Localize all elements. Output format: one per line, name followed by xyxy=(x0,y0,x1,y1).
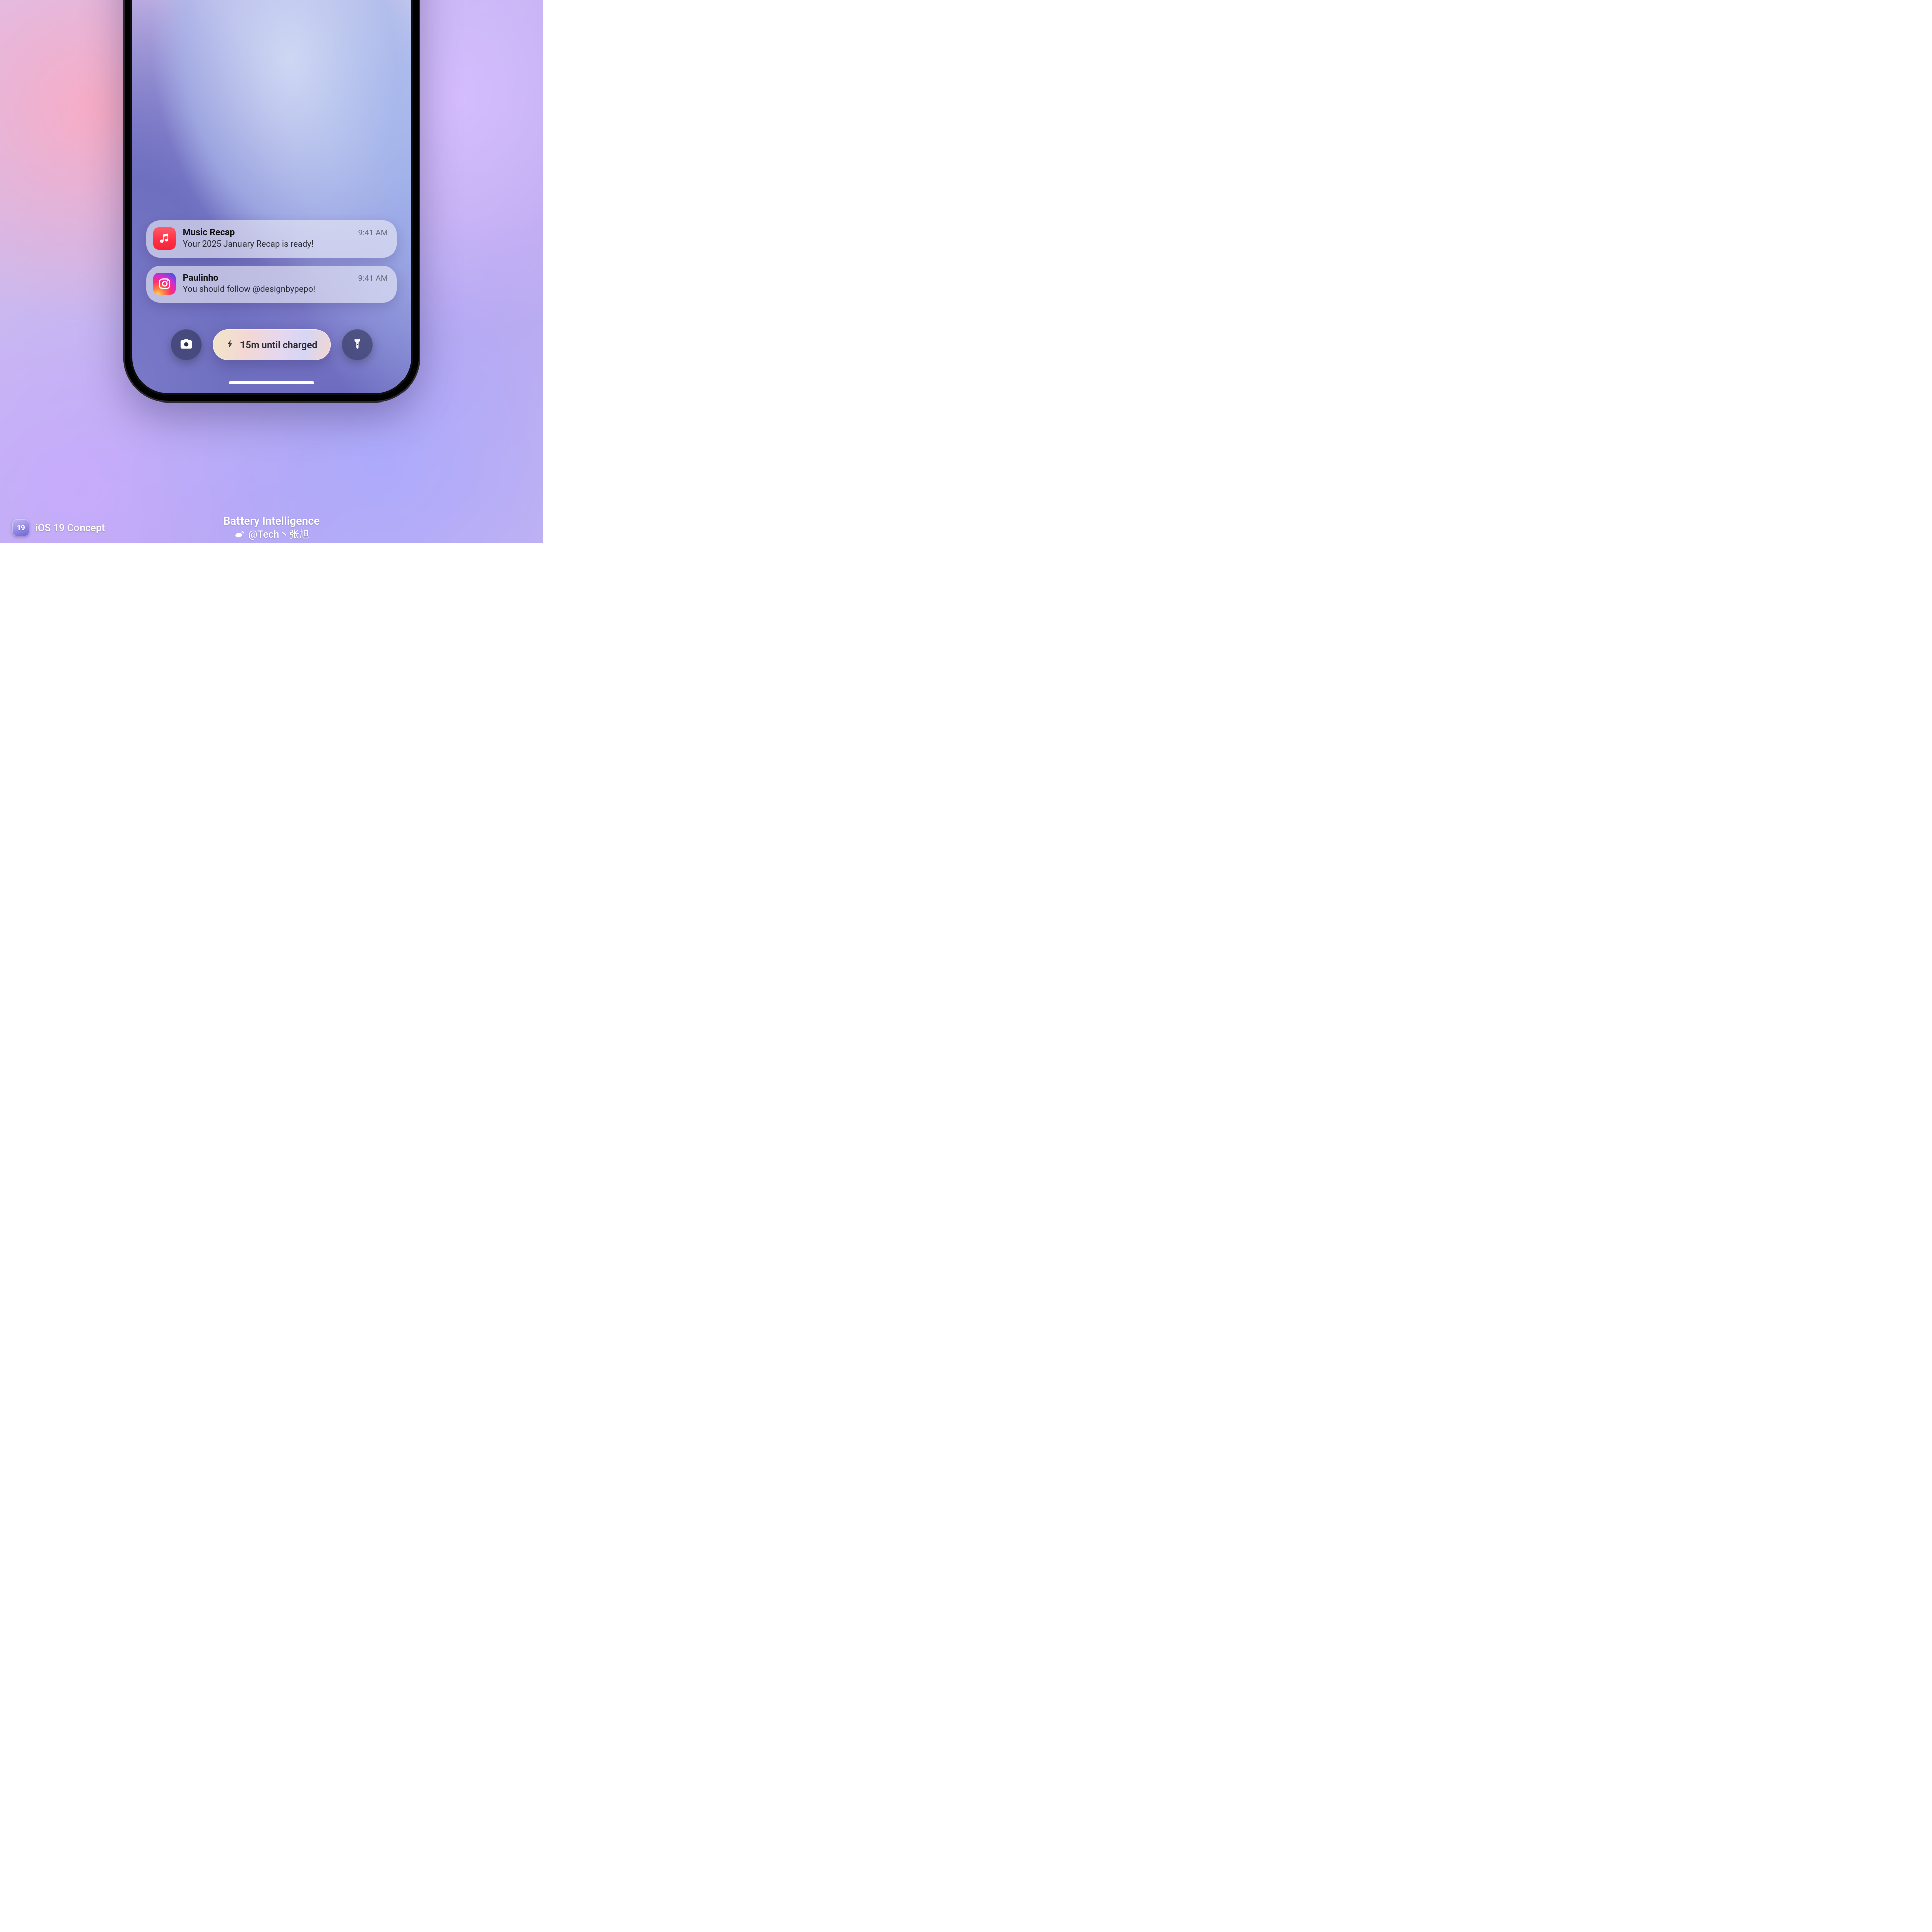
notification-music[interactable]: Music Recap 9:41 AM Your 2025 January Re… xyxy=(146,220,397,258)
apple-music-icon xyxy=(153,227,176,250)
caption-bar: 19 iOS 19 Concept Battery Intelligence @… xyxy=(12,519,531,536)
notification-time: 9:41 AM xyxy=(358,228,388,237)
battery-intelligence-pill[interactable]: 15m until charged xyxy=(213,329,331,360)
notification-body: Your 2025 January Recap is ready! xyxy=(183,239,388,249)
author-handle: @Tech丶张旭 xyxy=(248,528,309,541)
instagram-icon xyxy=(153,273,176,295)
bolt-icon xyxy=(226,339,235,351)
iphone-frame: Music Recap 9:41 AM Your 2025 January Re… xyxy=(123,0,420,403)
charge-status-text: 15m until charged xyxy=(240,339,317,351)
notification-title: Paulinho xyxy=(183,273,218,283)
flashlight-icon xyxy=(351,337,364,352)
weibo-icon xyxy=(234,529,245,540)
feature-title: Battery Intelligence xyxy=(223,515,320,529)
home-indicator[interactable] xyxy=(229,381,314,384)
ios19-badge: 19 xyxy=(12,519,29,536)
camera-button[interactable] xyxy=(171,329,202,360)
notification-title: Music Recap xyxy=(183,227,235,238)
notification-time: 9:41 AM xyxy=(358,273,388,283)
lock-screen-controls: 15m until charged xyxy=(132,329,411,360)
concept-label: iOS 19 Concept xyxy=(35,522,105,534)
lock-screen: Music Recap 9:41 AM Your 2025 January Re… xyxy=(132,0,411,393)
camera-icon xyxy=(179,336,194,353)
notification-body: You should follow @designbypepo! xyxy=(183,284,388,294)
notification-stack: Music Recap 9:41 AM Your 2025 January Re… xyxy=(146,220,397,303)
concept-canvas: Music Recap 9:41 AM Your 2025 January Re… xyxy=(0,0,543,543)
notification-instagram[interactable]: Paulinho 9:41 AM You should follow @desi… xyxy=(146,266,397,303)
flashlight-button[interactable] xyxy=(342,329,373,360)
